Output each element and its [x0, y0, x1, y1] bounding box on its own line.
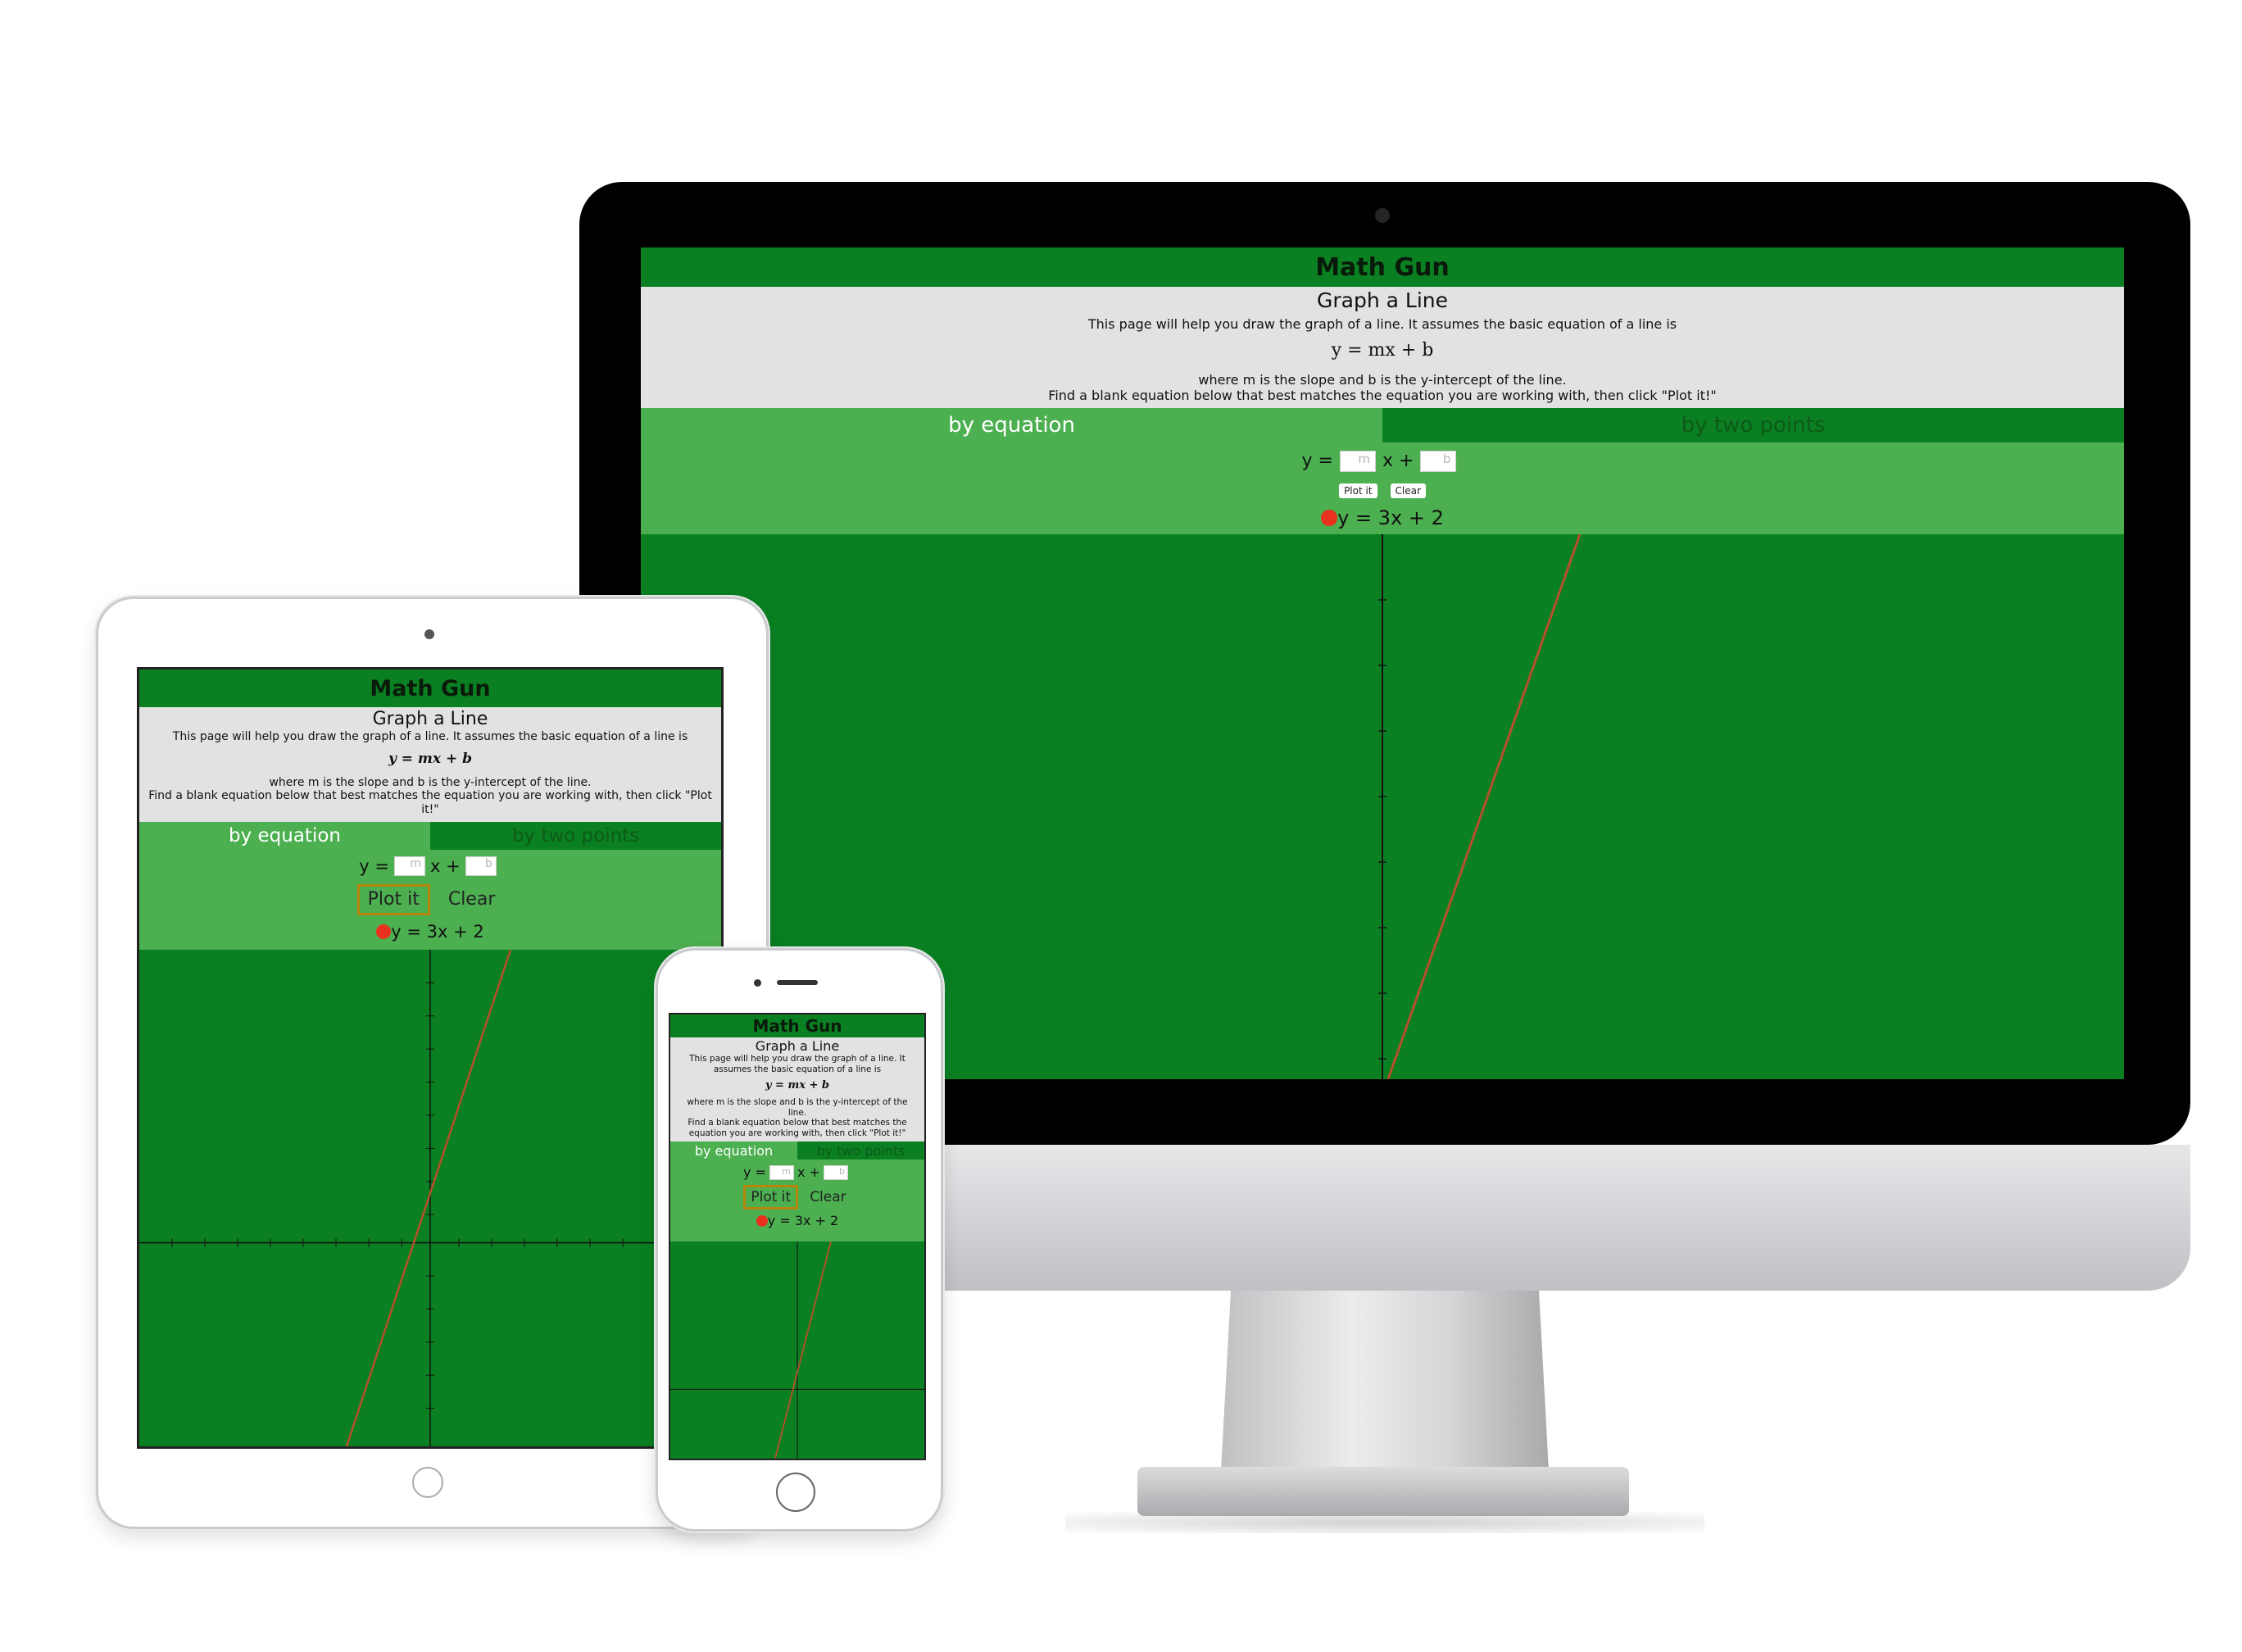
tab-by-two-points[interactable]: by two points [430, 821, 721, 850]
intercept-input[interactable]: b [465, 856, 497, 876]
equation-form: y = m x + b Plot it Clear y = 3x + 2 [641, 442, 2124, 534]
phone-home-button [776, 1473, 815, 1512]
app-header: Math Gun [641, 247, 2124, 287]
info-panel: Graph a Line This page will help you dra… [670, 1037, 924, 1142]
y-equals-label: y = [359, 856, 389, 876]
instruction-text: Find a blank equation below that best ma… [148, 789, 712, 817]
monitor-stand-foot [1137, 1467, 1629, 1516]
phone-app-screen: Math Gun Graph a Line This page will hel… [669, 1013, 926, 1460]
plot-it-button[interactable]: Plot it [356, 883, 430, 915]
explanation-text: where m is the slope and b is the y-inte… [269, 775, 592, 789]
monitor-camera [1375, 208, 1390, 223]
intro-text: This page will help you draw the graph o… [689, 1054, 905, 1074]
tab-by-equation[interactable]: by equation [641, 407, 1382, 442]
x-plus-label: x + [430, 856, 461, 876]
intercept-input[interactable]: b [1420, 450, 1457, 472]
plotted-line-label: y = 3x + 2 [1337, 506, 1444, 529]
equation-form: y = m x + b Plot it Clear y = 3x + 2 [670, 1160, 924, 1242]
slope-input[interactable]: m [1340, 450, 1376, 472]
app-header: Math Gun [139, 669, 721, 707]
y-equals-label: y = [743, 1164, 766, 1181]
info-panel: Graph a Line This page will help you dra… [641, 287, 2124, 408]
clear-button[interactable]: Clear [805, 1185, 851, 1210]
page-subtitle: Graph a Line [1317, 288, 1448, 312]
app-header: Math Gun [670, 1014, 924, 1037]
line-equation: y = mx + b [765, 1079, 830, 1092]
line-equation: y = mx + b [1331, 340, 1434, 361]
y-equals-label: y = [1301, 451, 1333, 472]
mode-tabs: by equation by two points [670, 1141, 924, 1160]
equation-form: y = m x + b Plot it Clear y = 3x + 2 [139, 849, 721, 950]
graph-canvas [139, 949, 721, 1446]
tablet-camera [424, 629, 434, 639]
x-plus-label: x + [1382, 451, 1414, 472]
plotted-line-marker[interactable] [1321, 509, 1338, 526]
explanation-text: where m is the slope and b is the y-inte… [687, 1096, 908, 1118]
instruction-text: Find a blank equation below that best ma… [688, 1118, 907, 1138]
intro-text: This page will help you draw the graph o… [1087, 316, 1677, 332]
graph-area[interactable] [139, 949, 721, 1446]
graph-canvas [670, 1241, 924, 1459]
plotted-line [1386, 533, 1582, 1079]
monitor-stand-neck [1221, 1291, 1549, 1471]
info-panel: Graph a Line This page will help you dra… [139, 707, 721, 822]
tab-by-equation[interactable]: by equation [670, 1141, 797, 1160]
tablet-home-button [412, 1467, 443, 1498]
plotted-line [345, 949, 512, 1446]
graph-area[interactable] [670, 1241, 924, 1459]
page-subtitle: Graph a Line [755, 1038, 840, 1054]
x-plus-label: x + [797, 1164, 820, 1181]
intercept-input[interactable]: b [823, 1164, 848, 1180]
phone-camera [754, 979, 761, 987]
clear-button[interactable]: Clear [1390, 483, 1426, 498]
slope-input[interactable]: m [394, 856, 425, 876]
plot-it-button[interactable]: Plot it [743, 1185, 799, 1210]
clear-button[interactable]: Clear [440, 884, 504, 915]
plotted-line-marker[interactable] [756, 1214, 768, 1227]
slope-input[interactable]: m [769, 1164, 794, 1180]
tab-by-two-points[interactable]: by two points [797, 1141, 924, 1160]
phone-speaker [777, 980, 818, 985]
page-subtitle: Graph a Line [372, 709, 488, 729]
plotted-line-label: y = 3x + 2 [767, 1213, 839, 1229]
intro-text: This page will help you draw the graph o… [172, 730, 688, 744]
tab-by-equation[interactable]: by equation [139, 821, 430, 850]
instruction-text: Find a blank equation below that best ma… [1048, 387, 1717, 403]
line-equation: y = mx + b [388, 751, 473, 768]
explanation-text: where m is the slope and b is the y-inte… [1198, 371, 1567, 388]
plotted-line-label: y = 3x + 2 [391, 921, 484, 942]
plotted-line-marker[interactable] [376, 924, 392, 939]
plot-it-button[interactable]: Plot it [1339, 483, 1377, 498]
tab-by-two-points[interactable]: by two points [1382, 407, 2124, 442]
mode-tabs: by equation by two points [139, 821, 721, 850]
tablet-app-screen: Math Gun Graph a Line This page will hel… [137, 667, 724, 1449]
mode-tabs: by equation by two points [641, 407, 2124, 442]
plotted-line [774, 1241, 832, 1459]
